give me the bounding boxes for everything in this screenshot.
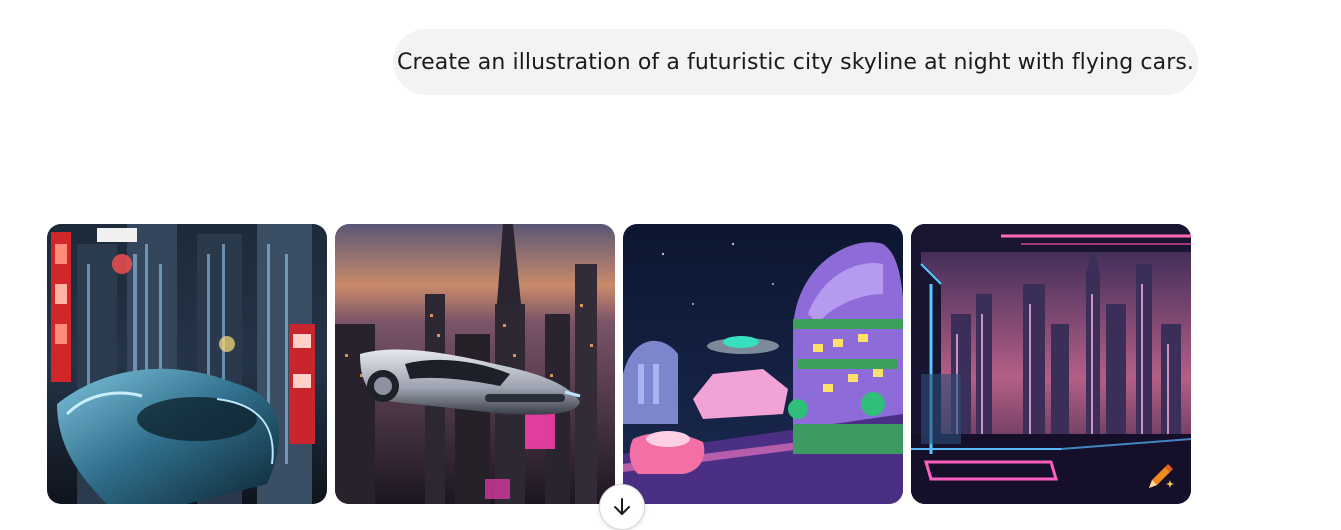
arrow-down-icon bbox=[614, 498, 630, 515]
image-cartoon-city bbox=[623, 224, 903, 504]
generated-image-4[interactable] bbox=[911, 224, 1191, 504]
generated-image-1[interactable] bbox=[47, 224, 327, 504]
image-neon-city bbox=[47, 224, 327, 504]
user-prompt-bubble: Create an illustration of a futuristic c… bbox=[393, 29, 1198, 95]
pencil-sparkle-icon[interactable] bbox=[1143, 460, 1177, 494]
scroll-down-button[interactable] bbox=[599, 484, 645, 530]
image-sunset-skyline bbox=[335, 224, 615, 504]
user-prompt-text: Create an illustration of a futuristic c… bbox=[396, 49, 1195, 75]
generated-image-2[interactable] bbox=[335, 224, 615, 504]
generated-image-3[interactable] bbox=[623, 224, 903, 504]
